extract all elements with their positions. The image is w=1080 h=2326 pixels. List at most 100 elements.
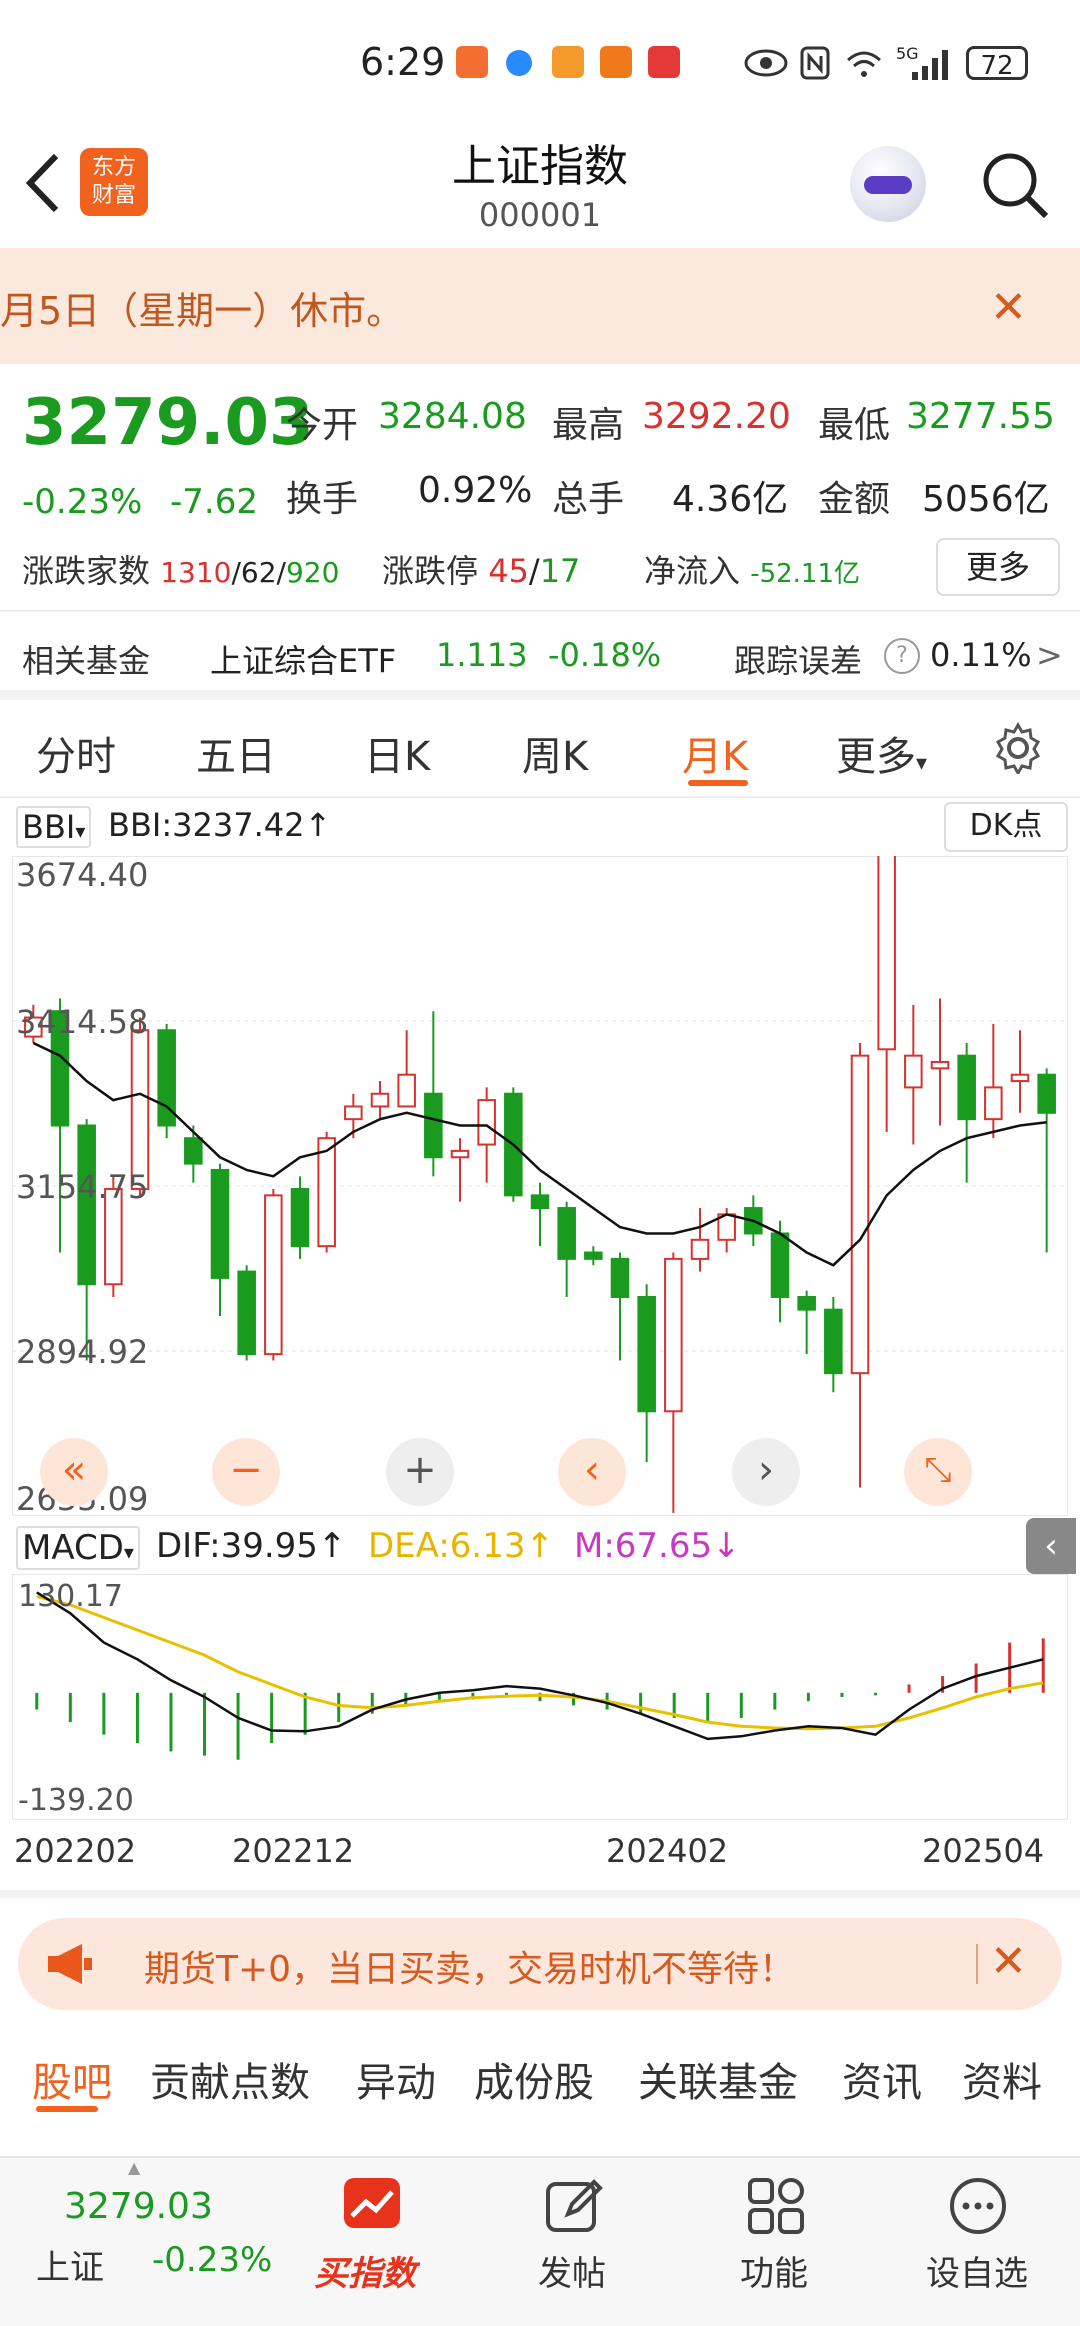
open-value: 3284.08 <box>378 396 527 437</box>
kline-chart[interactable]: 3674.403414.583154.752894.922635.09 <box>12 856 1068 1516</box>
fund-name[interactable]: 上证综合ETF <box>210 636 396 682</box>
notice-close-button[interactable]: ✕ <box>990 282 1027 333</box>
change-amount: -7.62 <box>170 482 258 522</box>
subtab-forum[interactable]: 股吧 <box>32 2050 112 2108</box>
subtab-movements[interactable]: 异动 <box>356 2050 436 2108</box>
high-label: 最高 <box>552 405 625 446</box>
macd-selector[interactable]: MACD▾ <box>16 1526 140 1570</box>
section-gap <box>0 1890 1080 1898</box>
shield-icon <box>506 50 532 76</box>
chevron-right-icon[interactable]: > <box>1036 636 1063 674</box>
zoom-in-button[interactable]: + <box>386 1438 454 1506</box>
notice-text: 月5日（星期一）休市。 <box>0 289 405 333</box>
trend-chart-icon[interactable] <box>342 2176 402 2236</box>
wifi-icon <box>847 51 881 77</box>
change-percent: -0.23% <box>22 482 143 522</box>
macd-chart[interactable]: 130.17 -139.20 <box>12 1574 1068 1820</box>
more-button[interactable]: 更多 <box>936 538 1060 596</box>
limit-row: 涨跌停 45/17 <box>382 552 581 590</box>
nav-index-price[interactable]: 3279.03 <box>64 2186 213 2227</box>
high-value: 3292.20 <box>642 396 791 437</box>
ai-assistant-avatar[interactable] <box>850 146 926 222</box>
active-tab-indicator <box>36 2106 98 2112</box>
bbi-value: BBI:3237.42↑ <box>108 806 332 844</box>
nav-post[interactable]: 发帖 <box>538 2246 606 2295</box>
candle-down <box>957 1054 976 1121</box>
collapse-panel-button[interactable]: ‹ <box>1026 1518 1076 1574</box>
candle-up <box>370 1092 390 1108</box>
candle-down <box>637 1295 656 1413</box>
candle-up <box>450 1149 470 1159</box>
fund-change: -0.18% <box>548 636 662 674</box>
indicator-selector[interactable]: BBI▾ <box>16 806 92 848</box>
tab-weekly-k[interactable]: 周K <box>522 724 588 782</box>
caret-down-icon: ▾ <box>75 819 86 843</box>
tab-daily-k[interactable]: 日K <box>364 724 430 782</box>
caret-down-icon: ▾ <box>916 751 928 776</box>
volume-value: 4.36亿 <box>672 479 789 520</box>
more-circle-icon[interactable] <box>948 2176 1008 2236</box>
subtab-news[interactable]: 资讯 <box>842 2050 922 2108</box>
edit-icon[interactable] <box>544 2176 604 2236</box>
battery-indicator: 72 <box>966 46 1028 81</box>
help-icon[interactable]: ? <box>884 638 920 674</box>
fullscreen-icon[interactable]: ⤡ <box>904 1438 972 1506</box>
nav-index-change[interactable]: -0.23% <box>152 2240 272 2280</box>
tab-intraday[interactable]: 分时 <box>36 724 116 782</box>
promo-close-button[interactable]: ✕ <box>990 1936 1027 1987</box>
candle-down <box>770 1232 790 1298</box>
nav-index-name[interactable]: 上证 <box>36 2240 104 2289</box>
candle-up <box>317 1137 336 1248</box>
subtab-related-funds[interactable]: 关联基金 <box>638 2050 798 2108</box>
nav-add-watchlist[interactable]: 设自选 <box>926 2246 1028 2295</box>
y-axis-tick: 3674.40 <box>16 856 148 894</box>
scroll-right-button[interactable]: › <box>732 1438 800 1506</box>
macd-m: M:67.65↓ <box>574 1526 741 1566</box>
subtab-constituents[interactable]: 成份股 <box>474 2050 594 2108</box>
subtab-profile[interactable]: 资料 <box>962 2050 1042 2108</box>
app-notification-icon <box>552 46 584 78</box>
x-axis-date: 202402 <box>606 1832 729 1870</box>
app-notification-icon <box>648 46 680 78</box>
dk-button[interactable]: DK点 <box>944 802 1068 852</box>
tab-monthly-k[interactable]: 月K <box>682 724 748 782</box>
candle-up <box>264 1194 283 1356</box>
search-icon[interactable] <box>980 150 1050 220</box>
y-axis-tick: 2894.92 <box>16 1333 148 1371</box>
grid-apps-icon[interactable] <box>746 2176 806 2236</box>
scroll-far-left-button[interactable]: « <box>40 1438 108 1506</box>
candle-up <box>664 1257 683 1413</box>
zoom-out-button[interactable]: − <box>212 1438 280 1506</box>
candle-down <box>530 1194 550 1210</box>
candle-down <box>797 1295 816 1311</box>
candle-up <box>984 1086 1003 1121</box>
macd-dif: DIF:39.95↑ <box>156 1526 347 1566</box>
divider <box>0 610 1080 612</box>
macd-y-top: 130.17 <box>18 1579 123 1614</box>
scroll-left-button[interactable]: ‹ <box>558 1438 626 1506</box>
nav-tools[interactable]: 功能 <box>740 2246 808 2295</box>
candle-up <box>850 1054 870 1375</box>
breadth-row: 涨跌家数 1310/62/920 <box>22 552 340 590</box>
candle-up <box>904 1054 923 1089</box>
gear-icon[interactable] <box>992 722 1044 774</box>
tracking-label: 跟踪误差 <box>734 642 863 680</box>
macd-y-bottom: -139.20 <box>18 1783 134 1818</box>
megaphone-icon <box>48 1944 92 1984</box>
divider <box>0 796 1080 798</box>
macd-dea-line <box>36 1595 1044 1731</box>
candle-up <box>130 1029 150 1191</box>
x-axis-date: 202212 <box>232 1832 355 1870</box>
signal-icon <box>912 50 948 80</box>
x-axis-date: 202504 <box>922 1832 1045 1870</box>
app-notification-icon <box>456 46 488 78</box>
tab-more[interactable]: 更多▾ <box>836 724 927 782</box>
tab-five-day[interactable]: 五日 <box>196 724 276 782</box>
subtab-contribution[interactable]: 贡献点数 <box>150 2050 310 2108</box>
fund-price: 1.113 <box>436 636 528 674</box>
candle-up <box>477 1099 496 1146</box>
nav-buy-index[interactable]: 买指数 <box>314 2246 416 2295</box>
volume-label: 总手 <box>552 479 625 520</box>
candle-down <box>184 1137 203 1165</box>
app-notification-icon <box>600 46 632 78</box>
